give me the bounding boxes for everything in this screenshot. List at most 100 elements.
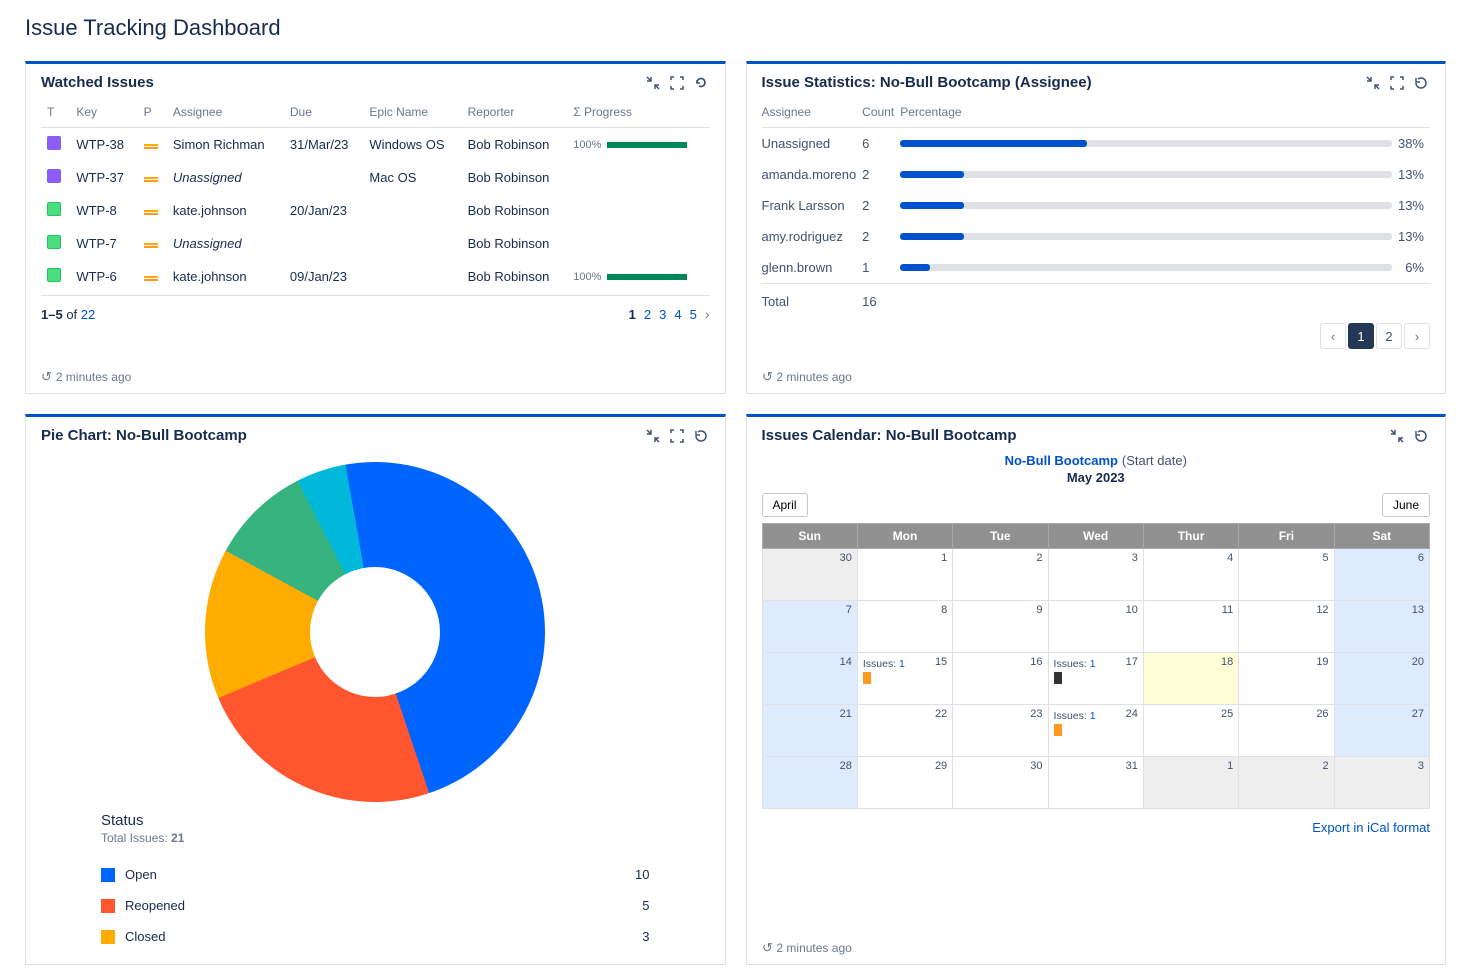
day-number: 5 [1322,552,1328,564]
calendar-cell[interactable]: 4 [1143,549,1238,601]
pie-chart-title: Pie Chart: No-Bull Bootcamp [41,427,247,444]
refresh-icon[interactable] [1414,76,1430,90]
clock-icon: ↻ [762,369,773,385]
day-number: 3 [1418,760,1424,772]
maximize-icon[interactable] [1390,76,1404,90]
calendar-cell[interactable]: 18 [1143,653,1238,705]
minimize-icon[interactable] [646,429,660,443]
day-number: 4 [1227,552,1233,564]
calendar-cell[interactable]: 12 [1239,601,1334,653]
table-row[interactable]: WTP-6 kate.johnson 09/Jan/23 Bob Robinso… [41,260,710,293]
calendar-cell[interactable]: 2 [1239,757,1334,809]
legend-label: Open [125,867,157,882]
maximize-icon[interactable] [670,76,684,90]
calendar-cell[interactable]: 17Issues: 1 [1048,653,1143,705]
calendar-cell[interactable]: 1 [1143,757,1238,809]
calendar-cell[interactable]: 19 [1239,653,1334,705]
calendar-cell[interactable]: 11 [1143,601,1238,653]
issue-chip-icon[interactable] [1054,672,1062,684]
calendar-cell[interactable]: 30 [953,757,1048,809]
pager-next-icon[interactable]: › [1404,323,1430,349]
epic-cell: Mac OS [363,161,461,194]
clock-icon: ↻ [762,940,773,956]
maximize-icon[interactable] [670,429,684,443]
calendar-cell[interactable]: 26 [1239,705,1334,757]
stat-percent: 13% [1398,159,1430,190]
calendar-cell[interactable]: 30 [762,549,857,601]
calendar-cell[interactable]: 9 [953,601,1048,653]
refresh-icon[interactable] [694,76,710,90]
epic-icon [47,169,61,183]
refresh-icon[interactable] [694,429,710,443]
calendar-cell[interactable]: 3 [1048,549,1143,601]
minimize-icon[interactable] [646,76,660,90]
calendar-cell[interactable]: 28 [762,757,857,809]
calendar-cell[interactable]: 2 [953,549,1048,601]
issue-key[interactable]: WTP-8 [70,194,137,227]
calendar-cell[interactable]: 24Issues: 1 [1048,705,1143,757]
day-number: 29 [935,760,947,772]
issue-key[interactable]: WTP-38 [70,128,137,162]
table-row[interactable]: WTP-37 Unassigned Mac OS Bob Robinson [41,161,710,194]
calendar-cell[interactable]: 3 [1334,757,1429,809]
stat-count: 2 [862,221,900,252]
issue-chip-icon[interactable] [1054,724,1062,736]
pager-page[interactable]: 2 [644,307,651,322]
calendar-cell[interactable]: 1 [857,549,952,601]
pager-page[interactable]: 5 [690,307,697,322]
story-icon [47,202,61,216]
pager-page[interactable]: 1 [629,307,636,322]
day-number: 12 [1316,604,1328,616]
pager-next-icon[interactable]: › [705,306,710,322]
day-number: 15 [935,656,947,668]
calendar-cell[interactable]: 6 [1334,549,1429,601]
table-row[interactable]: WTP-7 Unassigned Bob Robinson [41,227,710,260]
calendar-cell[interactable]: 5 [1239,549,1334,601]
pager-page[interactable]: 1 [1348,323,1374,349]
priority-icon [144,147,158,149]
table-row[interactable]: WTP-38 Simon Richman 31/Mar/23 Windows O… [41,128,710,162]
minimize-icon[interactable] [1366,76,1380,90]
pager-page[interactable]: 2 [1376,323,1402,349]
next-month-button[interactable]: June [1382,493,1430,517]
calendar-cell[interactable]: 22 [857,705,952,757]
pager-prev-icon[interactable]: ‹ [1320,323,1346,349]
day-number: 10 [1126,604,1138,616]
calendar-cell[interactable]: 27 [1334,705,1429,757]
progress-cell: 100% [567,260,709,293]
calendar-cell[interactable]: 7 [762,601,857,653]
stat-name: Unassigned [762,128,863,160]
pager-page[interactable]: 3 [659,307,666,322]
day-number: 9 [1036,604,1042,616]
calendar-cell[interactable]: 14 [762,653,857,705]
calendar-cell[interactable]: 23 [953,705,1048,757]
pie-legend-total: Total Issues: 21 [101,831,650,845]
priority-icon [144,279,158,281]
calendar-cell[interactable]: 16 [953,653,1048,705]
stat-percent: 6% [1398,252,1430,284]
minimize-icon[interactable] [1390,429,1404,443]
calendar-cell[interactable]: 29 [857,757,952,809]
export-ical-link[interactable]: Export in iCal format [1312,820,1430,835]
calendar-cell[interactable]: 21 [762,705,857,757]
prev-month-button[interactable]: April [762,493,808,517]
legend-label: Reopened [125,898,185,913]
calendar-cell[interactable]: 8 [857,601,952,653]
calendar-cell[interactable]: 25 [1143,705,1238,757]
calendar-cell[interactable]: 15Issues: 1 [857,653,952,705]
issue-chip-icon[interactable] [863,672,871,684]
issue-key[interactable]: WTP-37 [70,161,137,194]
calendar-project-link[interactable]: No-Bull Bootcamp [1005,453,1118,468]
clock-icon: ↻ [41,369,52,385]
calendar-cell[interactable]: 31 [1048,757,1143,809]
pager-page[interactable]: 4 [674,307,681,322]
calendar-cell[interactable]: 13 [1334,601,1429,653]
issue-key[interactable]: WTP-6 [70,260,137,293]
calendar-cell[interactable]: 10 [1048,601,1143,653]
day-number: 25 [1221,708,1233,720]
issue-key[interactable]: WTP-7 [70,227,137,260]
table-row[interactable]: WTP-8 kate.johnson 20/Jan/23 Bob Robinso… [41,194,710,227]
pager-links: 12345 › [629,306,710,322]
calendar-cell[interactable]: 20 [1334,653,1429,705]
refresh-icon[interactable] [1414,429,1430,443]
